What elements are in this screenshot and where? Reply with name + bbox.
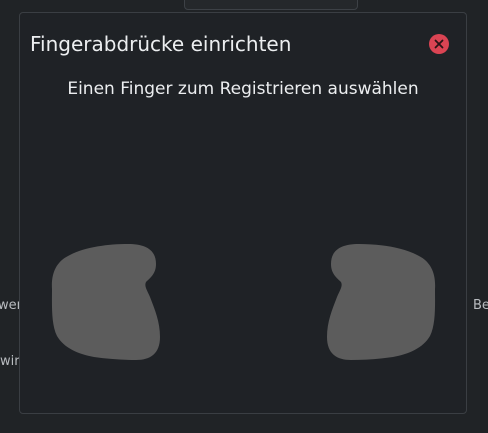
right-hand-palm (327, 244, 436, 360)
instruction-text: Einen Finger zum Registrieren auswählen (67, 79, 419, 99)
left-hand-palm (51, 244, 160, 360)
close-icon (434, 39, 444, 49)
fingerprint-setup-dialog: Fingerabdrücke einrichten Einen Finger z… (19, 12, 467, 414)
background-label-right-1: Be (473, 298, 488, 313)
left-hand-shape[interactable] (50, 242, 162, 362)
dialog-title: Fingerabdrücke einrichten (30, 32, 292, 56)
close-button[interactable] (429, 34, 449, 54)
right-hand-shape[interactable] (325, 242, 437, 362)
background-combo-box (184, 0, 358, 10)
